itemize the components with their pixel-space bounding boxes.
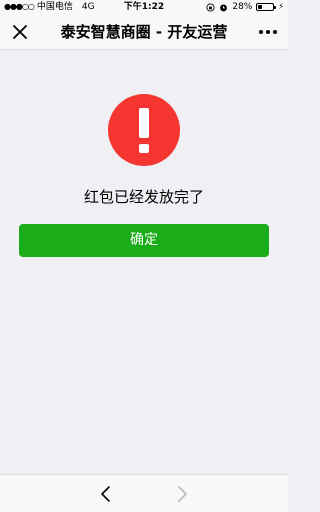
back-button[interactable] xyxy=(96,484,116,504)
status-bar: ●●●○○ 中国电信 4G 下午1:22 28% ⚡ xyxy=(0,0,288,14)
bottom-toolbar xyxy=(0,474,288,512)
battery-percent: 28% xyxy=(232,2,253,12)
exclamation-bar xyxy=(139,108,149,138)
status-right: 28% ⚡ xyxy=(206,0,284,14)
rotation-lock-icon xyxy=(206,2,215,12)
battery-icon xyxy=(256,3,277,11)
battery-level xyxy=(258,5,263,9)
exclamation-dot xyxy=(139,144,149,153)
close-button[interactable] xyxy=(8,20,32,44)
more-button[interactable] xyxy=(256,20,280,44)
page-title: 泰安智慧商圈 - 开友运营 xyxy=(60,23,228,41)
more-icon xyxy=(259,30,263,34)
nav-bar: 泰安智慧商圈 - 开友运营 xyxy=(0,14,288,50)
chevron-right-icon xyxy=(178,486,187,502)
status-message: 红包已经发放完了 xyxy=(83,188,204,206)
alarm-icon xyxy=(220,4,228,11)
charging-icon: ⚡ xyxy=(278,2,284,11)
more-icon-dot xyxy=(266,30,270,34)
close-icon xyxy=(13,25,27,39)
confirm-button[interactable]: 确定 xyxy=(19,224,269,257)
forward-button[interactable] xyxy=(172,484,192,504)
chevron-left-icon xyxy=(101,486,110,502)
more-icon-dot xyxy=(273,30,277,34)
exclamation-icon xyxy=(108,94,180,166)
